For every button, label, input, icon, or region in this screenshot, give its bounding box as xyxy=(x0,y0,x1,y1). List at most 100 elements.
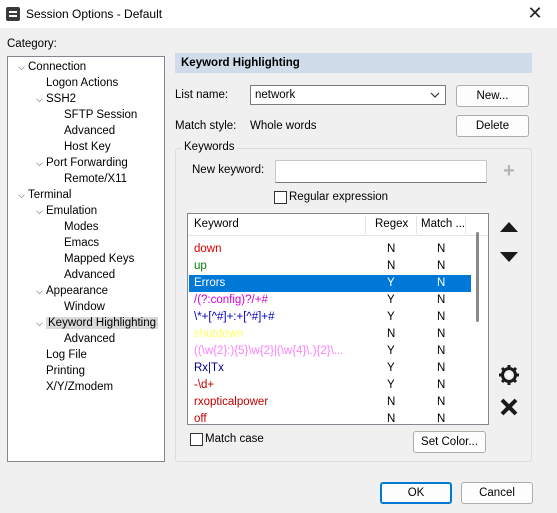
category-tree[interactable]: ⌵ Connection Logon Actions ⌵ SSH2 SFTP Sessio… xyxy=(7,56,165,462)
tree-item-label: Logon Actions xyxy=(46,77,119,89)
tree-item[interactable]: Logon Actions xyxy=(36,75,118,91)
tree-item-label: Connection xyxy=(28,61,87,73)
tree-item[interactable]: Host Key xyxy=(54,139,111,155)
table-row[interactable]: ((\w{2}:){5}\w{2}|(\w{4}\.){2}\... Y N xyxy=(189,343,471,360)
delete-list-button[interactable]: Delete xyxy=(456,115,529,137)
tree-item[interactable]: Emacs xyxy=(54,235,99,251)
chevron-down-icon[interactable]: ⌵ xyxy=(36,91,46,107)
window-title: Session Options - Default xyxy=(26,7,163,21)
list-name-combo[interactable]: network xyxy=(250,85,446,105)
tree-item[interactable]: Log File xyxy=(36,347,87,363)
column-regex[interactable]: Regex xyxy=(375,218,408,230)
tree-item[interactable]: ⌵ Appearance xyxy=(36,283,108,299)
tree-item-label: Window xyxy=(64,301,105,313)
table-row[interactable]: -\d+ Y N xyxy=(189,377,471,394)
new-list-button[interactable]: New... xyxy=(456,85,529,107)
tree-item[interactable]: Remote/X11 xyxy=(54,171,127,187)
table-row[interactable]: down N N xyxy=(189,241,471,258)
keyword-list-scrollbar[interactable] xyxy=(476,232,479,322)
close-icon[interactable]: ✕ xyxy=(523,2,547,24)
keywords-group-title: Keywords xyxy=(182,141,237,153)
match-style-value: Whole words xyxy=(250,120,317,132)
section-header: Keyword Highlighting xyxy=(175,53,532,73)
tree-item-label: Advanced xyxy=(64,125,116,137)
table-row[interactable]: Errors Y N xyxy=(189,275,471,292)
table-row[interactable]: up N N xyxy=(189,258,471,275)
tree-item-label: X/Y/Zmodem xyxy=(46,381,114,393)
tree-item[interactable]: Advanced xyxy=(54,267,115,283)
tree-item[interactable]: Advanced xyxy=(54,331,115,347)
regex-cell: Y xyxy=(387,294,395,306)
regex-cell: N xyxy=(387,396,396,408)
tree-item-label: Remote/X11 xyxy=(64,173,128,185)
chevron-down-icon[interactable]: ⌵ xyxy=(36,315,46,331)
chevron-down-icon[interactable]: ⌵ xyxy=(36,203,46,219)
chevron-down-icon[interactable]: ⌵ xyxy=(36,283,46,299)
match-case-cell: N xyxy=(437,413,446,425)
tree-item[interactable]: Printing xyxy=(36,363,85,379)
match-case-cell: N xyxy=(437,396,446,408)
tree-item-label: Log File xyxy=(46,349,87,361)
add-keyword-icon[interactable]: + xyxy=(499,161,519,182)
delete-keyword-icon[interactable] xyxy=(497,396,521,420)
tree-item[interactable]: X/Y/Zmodem xyxy=(36,379,113,395)
regular-expression-label: Regular expression xyxy=(289,191,389,203)
tree-item[interactable]: Advanced xyxy=(54,123,115,139)
tree-item[interactable]: ⌵ Terminal xyxy=(18,187,71,203)
table-row[interactable]: rxopticalpower N N xyxy=(189,394,471,411)
keyword-cell: down xyxy=(194,243,222,255)
tree-item[interactable]: ⌵ Keyword Highlighting xyxy=(36,315,159,331)
match-case-cell: N xyxy=(437,277,446,289)
regex-cell: N xyxy=(387,328,396,340)
cancel-button[interactable]: Cancel xyxy=(461,482,533,504)
match-case-cell: N xyxy=(437,311,446,323)
tree-item-label: Emulation xyxy=(46,205,98,217)
tree-item[interactable]: ⌵ Connection xyxy=(18,59,86,75)
tree-item[interactable]: Window xyxy=(54,299,105,315)
table-row[interactable]: \*+[^#]+:+[^#]+# Y N xyxy=(189,309,471,326)
chevron-down-icon[interactable]: ⌵ xyxy=(36,155,46,171)
set-color-button[interactable]: Set Color... xyxy=(413,431,486,453)
chevron-down-icon xyxy=(430,86,440,111)
keyword-cell: off xyxy=(194,413,207,425)
tree-item-label: SFTP Session xyxy=(64,109,138,121)
table-row[interactable]: Rx|Tx Y N xyxy=(189,360,471,377)
tree-item-label: Advanced xyxy=(64,333,116,345)
ok-button[interactable]: OK xyxy=(380,482,452,504)
move-up-icon[interactable] xyxy=(497,216,521,240)
tree-item[interactable]: SFTP Session xyxy=(54,107,137,123)
tree-item[interactable]: ⌵ SSH2 xyxy=(36,91,76,107)
regex-cell: N xyxy=(387,243,396,255)
table-row[interactable]: shutdown N N xyxy=(189,326,471,343)
match-case-cell: N xyxy=(437,379,446,391)
move-down-icon[interactable] xyxy=(497,246,521,270)
keyword-list[interactable]: Keyword Regex Match ... down N Nup N N Errors… xyxy=(187,213,489,425)
table-row[interactable]: off N N xyxy=(189,411,471,425)
regular-expression-checkbox[interactable] xyxy=(274,191,287,204)
tree-item[interactable]: Modes xyxy=(54,219,99,235)
match-case-checkbox[interactable] xyxy=(190,433,203,446)
match-case-cell: N xyxy=(437,294,446,306)
tree-item[interactable]: ⌵ Emulation xyxy=(36,203,97,219)
chevron-down-icon[interactable]: ⌵ xyxy=(18,187,28,203)
list-name-value: network xyxy=(255,89,296,101)
tree-item-label: Terminal xyxy=(28,189,72,201)
tree-item-label: Printing xyxy=(46,365,85,377)
column-match[interactable]: Match ... xyxy=(421,218,465,230)
regex-cell: Y xyxy=(387,362,395,374)
keyword-cell: rxopticalpower xyxy=(194,396,269,408)
chevron-down-icon[interactable]: ⌵ xyxy=(18,59,28,75)
tree-item-label: SSH2 xyxy=(46,93,77,105)
tree-item[interactable]: Mapped Keys xyxy=(54,251,134,267)
column-keyword[interactable]: Keyword xyxy=(194,218,239,230)
keyword-cell: \*+[^#]+:+[^#]+# xyxy=(194,311,275,323)
tree-item-label: Host Key xyxy=(64,141,111,153)
match-style-label: Match style: xyxy=(175,120,237,132)
tree-item-label: Mapped Keys xyxy=(64,253,135,265)
gear-icon[interactable] xyxy=(497,364,521,388)
tree-item-label: Emacs xyxy=(64,237,100,249)
tree-item[interactable]: ⌵ Port Forwarding xyxy=(36,155,128,171)
regex-cell: Y xyxy=(387,345,395,357)
table-row[interactable]: /(?:config)?/+# Y N xyxy=(189,292,471,309)
new-keyword-input[interactable] xyxy=(275,160,487,183)
